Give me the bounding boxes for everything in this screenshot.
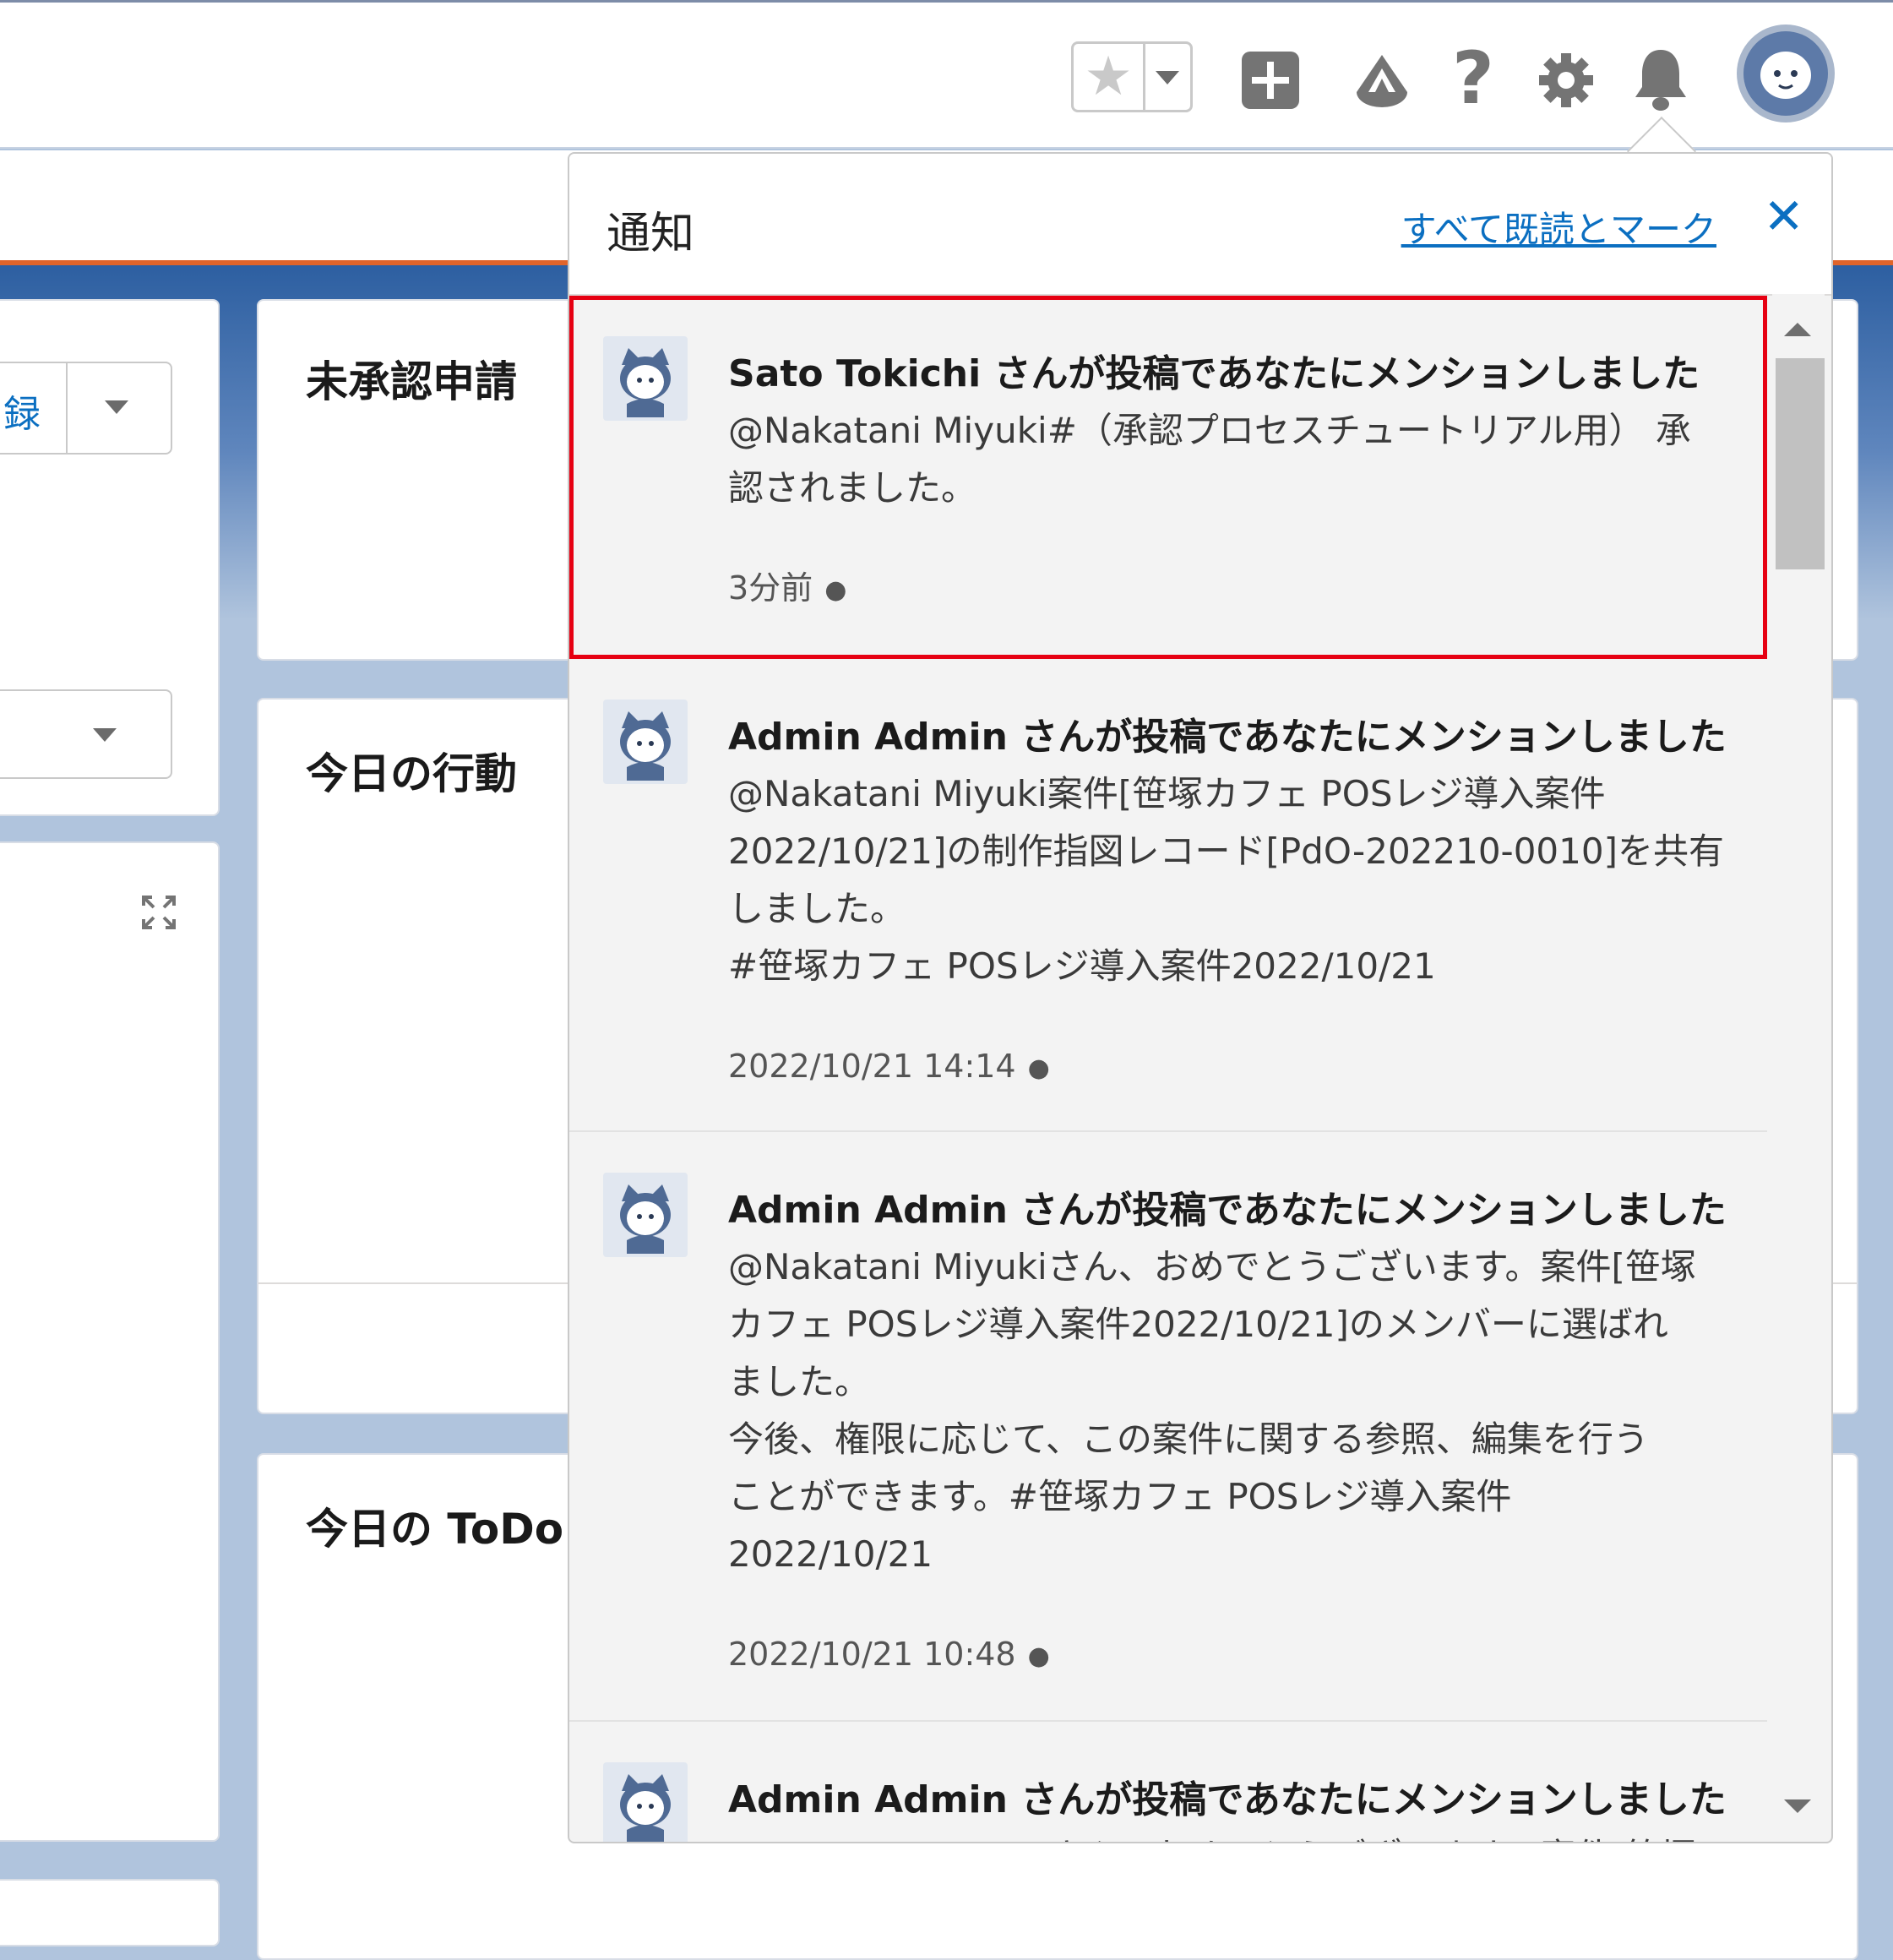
- chevron-down-icon: [105, 400, 128, 414]
- notification-body: @Nakatani Miyuki#（承認プロセスチュートリアル用） 承 認されま…: [728, 410, 1691, 509]
- close-icon[interactable]: ✕: [1763, 188, 1804, 245]
- sender-avatar: [603, 1173, 688, 1257]
- unread-dot-icon: ●: [824, 574, 847, 605]
- user-avatar-icon: [620, 711, 671, 781]
- notification-time: 2022/10/21 10:48: [728, 1636, 1016, 1673]
- unread-dot-icon: ●: [1027, 1053, 1050, 1083]
- notification-time-row: 2022/10/21 14:14 ●: [728, 1043, 1733, 1092]
- notification-title: Admin Admin さんが投稿であなたにメンションしました: [728, 716, 1727, 759]
- notification-item[interactable]: Admin Admin さんが投稿であなたにメンションしました @Nakatan…: [569, 1722, 1767, 1842]
- card-title: 今日の行動: [306, 749, 517, 798]
- notification-item[interactable]: Sato Tokichi さんが投稿であなたにメンションしました @Nakata…: [569, 296, 1767, 659]
- plus-square-icon: [1242, 52, 1299, 109]
- notification-item[interactable]: Admin Admin さんが投稿であなたにメンションしました @Nakatan…: [569, 1132, 1767, 1722]
- left-card-footer: [0, 1879, 220, 1946]
- favorites-star-icon[interactable]: ★: [1074, 44, 1143, 110]
- notification-time-row: 3分前 ●: [728, 564, 1733, 614]
- help-button[interactable]: ?: [1446, 36, 1500, 121]
- notification-item[interactable]: Admin Admin さんが投稿であなたにメンションしました @Nakatan…: [569, 659, 1767, 1132]
- user-avatar-icon: [620, 1184, 671, 1254]
- setup-button[interactable]: [1536, 50, 1597, 111]
- card-title: 未承認申請: [306, 357, 517, 406]
- notification-title: Sato Tokichi さんが投稿であなたにメンションしました: [728, 352, 1700, 395]
- user-avatar-icon: [620, 1774, 671, 1842]
- favorites-group[interactable]: ★: [1071, 41, 1193, 112]
- notification-title: Admin Admin さんが投稿であなたにメンションしました: [728, 1189, 1727, 1232]
- sender-avatar: [603, 336, 688, 421]
- notifications-panel: 通知 すべて既読とマーク ✕ Sato Tokichi さんが投稿であなたにメン…: [568, 152, 1833, 1843]
- notification-time: 2022/10/21 14:14: [728, 1048, 1016, 1085]
- left-card-top: 録: [0, 299, 220, 816]
- card-title: 今日の ToDo: [306, 1505, 564, 1554]
- notification-time: 3分前: [728, 569, 813, 607]
- scroll-thumb[interactable]: [1776, 358, 1825, 569]
- user-avatar-icon: [1737, 24, 1835, 122]
- notifications-button[interactable]: [1630, 46, 1691, 112]
- global-actions-button[interactable]: [1240, 50, 1301, 111]
- chevron-down-icon: [93, 728, 117, 742]
- record-menu-button[interactable]: [66, 363, 172, 453]
- notification-title: Admin Admin さんが投稿であなたにメンションしました: [728, 1778, 1727, 1821]
- user-avatar-icon: [620, 348, 671, 417]
- trailhead-icon: [1357, 55, 1407, 107]
- trailhead-button[interactable]: [1352, 50, 1412, 111]
- expand-icon[interactable]: [140, 894, 177, 931]
- notification-body: @Nakatani Miyukiさん、おめでとうございます。案件[笹塚 カフェ …: [728, 1246, 1696, 1575]
- scroll-down-icon[interactable]: [1784, 1799, 1811, 1813]
- sender-avatar: [603, 700, 688, 784]
- global-header: ★ ?: [0, 0, 1893, 149]
- list-view-select[interactable]: [0, 689, 172, 779]
- new-record-button[interactable]: 録: [0, 362, 172, 455]
- bell-icon: [1635, 50, 1686, 111]
- notification-body: @Nakatani Miyuki案件[笹塚カフェ POSレジ導入案件 2022/…: [728, 773, 1724, 987]
- panel-title: 通知: [607, 209, 695, 259]
- chevron-down-icon: [1156, 71, 1179, 84]
- mark-all-read-link[interactable]: すべて既読とマーク: [1401, 201, 1716, 253]
- left-card-bottom: [0, 841, 220, 1842]
- scroll-up-icon[interactable]: [1784, 323, 1811, 336]
- gear-icon: [1539, 53, 1593, 107]
- notification-time-row: 2022/10/21 10:48 ●: [728, 1631, 1733, 1680]
- panel-header: 通知 すべて既読とマーク ✕: [569, 154, 1831, 296]
- sender-avatar: [603, 1762, 688, 1842]
- notification-list: Sato Tokichi さんが投稿であなたにメンションしました @Nakata…: [569, 296, 1767, 1842]
- notification-body: @Nakatani Miyukiさん、おめでとうございます。案件[笹塚: [728, 1828, 1733, 1842]
- user-profile-button[interactable]: [1735, 23, 1836, 124]
- new-record-label: 録: [3, 393, 41, 436]
- unread-dot-icon: ●: [1027, 1641, 1050, 1671]
- favorites-dropdown-button[interactable]: [1143, 44, 1190, 110]
